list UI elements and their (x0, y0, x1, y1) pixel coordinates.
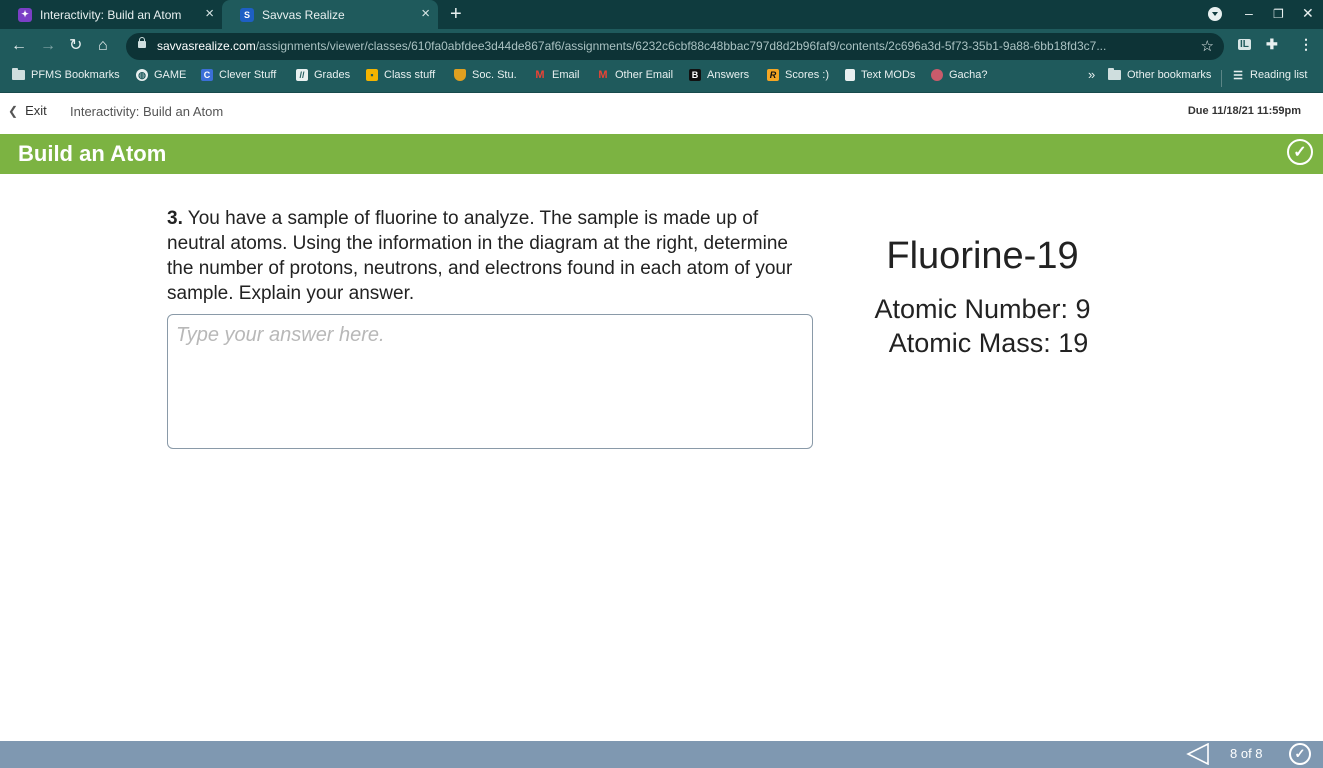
folder-icon (12, 68, 25, 80)
page-indicator: 8 of 8 (1230, 746, 1263, 761)
bookmark-soc-stu[interactable]: Soc. Stu. (454, 69, 517, 81)
bookmark-answers[interactable]: B Answers (689, 69, 749, 81)
submit-check-icon[interactable]: ✓ (1289, 743, 1311, 765)
navigation-footer: 8 of 8 ✓ (0, 741, 1323, 768)
url-text[interactable]: savvasrealize.com/assignments/viewer/cla… (157, 39, 1187, 53)
r-icon: R (767, 69, 779, 81)
minimize-icon[interactable]: – (1245, 5, 1253, 21)
close-tab-icon[interactable]: × (205, 6, 214, 22)
bookmarks-overflow-chevron-icon[interactable]: » (1088, 67, 1095, 82)
menu-icon[interactable]: ⋮ (1299, 36, 1313, 53)
doc-icon (845, 69, 855, 81)
element-diagram: Fluorine-19 Atomic Number: 9 Atomic Mass… (850, 232, 1115, 360)
exit-label: Exit (25, 103, 47, 118)
tab-title: Interactivity: Build an Atom (40, 7, 182, 22)
answer-textarea[interactable] (167, 314, 813, 449)
restore-icon[interactable]: ❐ (1273, 7, 1284, 21)
savvas-favicon-icon: S (240, 7, 254, 22)
window-close-icon[interactable]: ✕ (1302, 5, 1314, 22)
gmail-icon: M (535, 69, 545, 81)
bookmark-star-icon[interactable]: ☆ (1201, 37, 1214, 55)
reading-list-icon: ☰ (1233, 69, 1243, 82)
bookmarks-divider (1221, 70, 1222, 87)
activity-title: Build an Atom (18, 141, 167, 166)
gmail-icon: M (598, 69, 608, 81)
question-text: You have a sample of fluorine to analyze… (167, 208, 793, 304)
bookmark-email[interactable]: M Email (534, 69, 579, 81)
activity-banner: Build an Atom ✓ (0, 134, 1323, 174)
chevron-left-icon: ❮ (8, 103, 19, 118)
clever-icon: C (201, 69, 213, 81)
other-bookmarks[interactable]: Other bookmarks (1108, 68, 1211, 81)
new-tab-icon[interactable]: + (450, 3, 462, 25)
close-tab-icon[interactable]: × (421, 6, 430, 22)
bookmark-pfms[interactable]: PFMS Bookmarks (12, 68, 120, 81)
forward-icon[interactable]: → (40, 37, 56, 55)
question-number: 3. (167, 208, 183, 229)
browser-tab-strip: ✦ Interactivity: Build an Atom × S Savva… (0, 0, 1323, 29)
brainly-icon: B (689, 69, 701, 81)
tab-interactivity[interactable]: ✦ Interactivity: Build an Atom × (0, 0, 222, 29)
tab-title: Savvas Realize (262, 7, 345, 22)
bookmark-grades[interactable]: //Grades (296, 69, 350, 81)
previous-arrow-icon[interactable] (1186, 743, 1210, 765)
question-prompt: 3. You have a sample of fluorine to anal… (167, 206, 807, 306)
extension-il-icon[interactable]: IL (1238, 39, 1251, 50)
atomic-mass: Atomic Mass: 19 (888, 328, 1089, 358)
extensions-puzzle-icon[interactable]: ✚ (1266, 36, 1278, 53)
bookmark-gacha[interactable]: Gacha? (931, 69, 988, 81)
exit-button[interactable]: ❮ Exit (8, 103, 47, 118)
bookmark-game[interactable]: ◍ GAME (136, 69, 186, 81)
home-icon[interactable]: ⌂ (98, 37, 108, 55)
back-icon[interactable]: ← (11, 37, 27, 55)
shield-icon (454, 69, 466, 81)
reading-list[interactable]: ☰ Reading list (1232, 69, 1307, 82)
folder-icon (1108, 68, 1121, 80)
due-date: Due 11/18/21 11:59pm (1187, 105, 1301, 117)
bookmark-text-mods[interactable]: Text MODs (845, 69, 915, 81)
app-favicon-icon: ✦ (18, 7, 32, 22)
gacha-icon (931, 69, 943, 81)
element-name: Fluorine-19 (886, 235, 1079, 277)
assignment-header: ❮ Exit Interactivity: Build an Atom Due … (0, 93, 1323, 134)
tab-savvas-realize[interactable]: S Savvas Realize × (222, 0, 438, 29)
bookmark-clever[interactable]: C Clever Stuff (201, 69, 276, 81)
bookmark-other-email[interactable]: M Other Email (597, 69, 673, 81)
classroom-icon: ▪ (366, 69, 378, 81)
bookmark-class-stuff[interactable]: ▪ Class stuff (366, 69, 435, 81)
bookmarks-bar: PFMS Bookmarks ◍ GAME C Clever Stuff //Gra… (0, 64, 1323, 93)
globe-icon: ◍ (136, 69, 148, 81)
check-circle-icon[interactable]: ✓ (1287, 139, 1313, 165)
bookmark-scores[interactable]: R Scores :) (767, 69, 829, 81)
browser-toolbar: ← → ↻ ⌂ savvasrealize.com/assignments/vi… (0, 29, 1323, 64)
atomic-number: Atomic Number: 9 (874, 294, 1091, 324)
assignment-title: Interactivity: Build an Atom (70, 104, 224, 119)
tab-search-icon[interactable] (1208, 7, 1222, 21)
reload-icon[interactable]: ↻ (69, 37, 82, 55)
lock-icon (138, 37, 146, 48)
address-bar[interactable]: savvasrealize.com/assignments/viewer/cla… (126, 33, 1224, 60)
grades-icon: // (296, 69, 308, 81)
